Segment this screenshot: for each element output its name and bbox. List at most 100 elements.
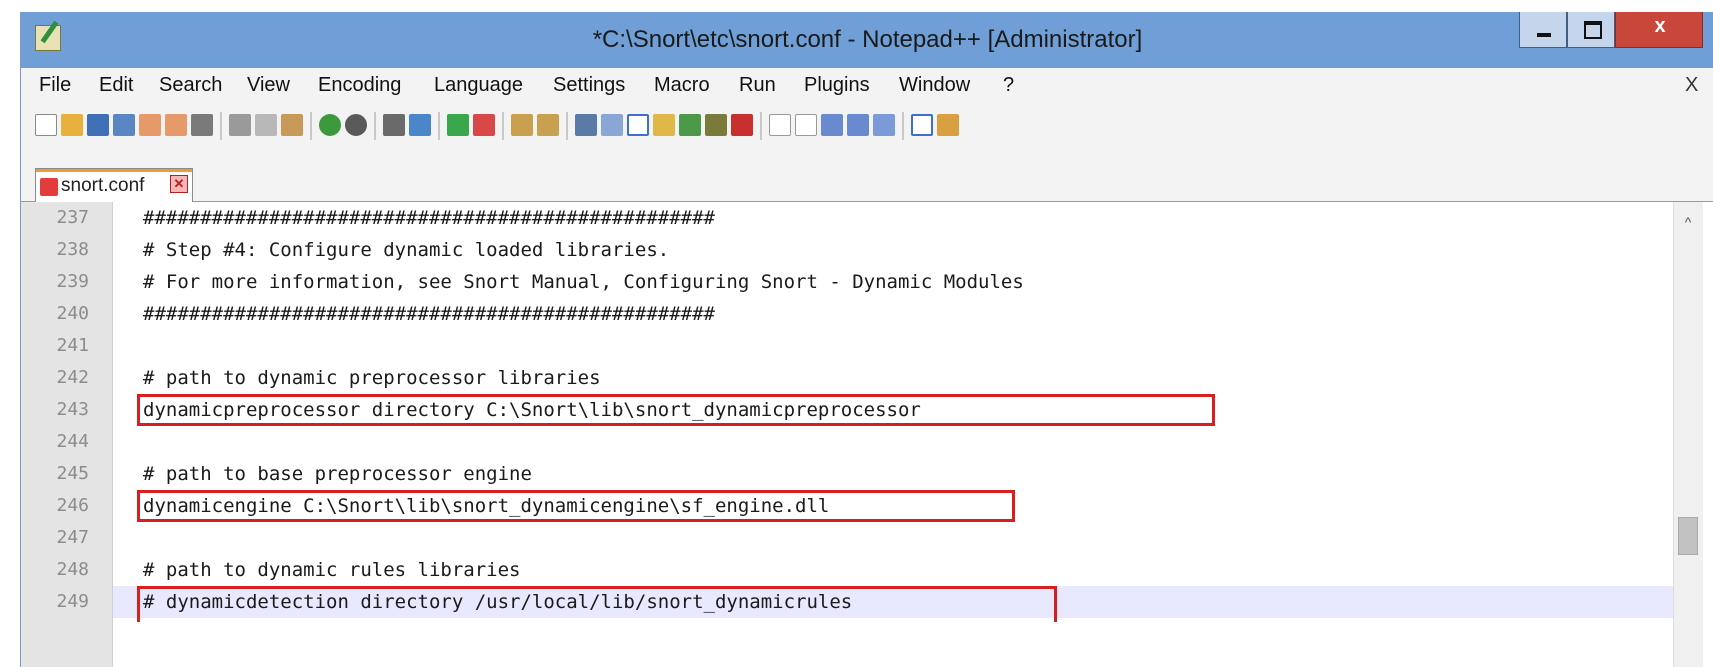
scrollbar-thumb[interactable] xyxy=(1678,517,1698,555)
line-number: 240 xyxy=(56,303,89,324)
scroll-up-arrow-icon[interactable]: ^ xyxy=(1678,212,1698,232)
redo-icon[interactable] xyxy=(345,114,367,136)
close-icon[interactable] xyxy=(139,114,161,136)
active-tab-indicator xyxy=(36,169,192,172)
toolbar xyxy=(21,100,1713,162)
line-number: 247 xyxy=(56,527,89,548)
line-text[interactable]: # path to base preprocessor engine xyxy=(143,463,532,485)
record-macro-icon[interactable] xyxy=(769,114,791,136)
code-line[interactable]: 244 xyxy=(56,426,1673,458)
menu-language[interactable]: Language xyxy=(434,74,523,97)
sync-vertical-icon[interactable] xyxy=(511,114,533,136)
maximize-icon xyxy=(1584,21,1602,39)
menu-search[interactable]: Search xyxy=(159,74,222,97)
toolbar-separator xyxy=(502,112,504,140)
minimize-icon xyxy=(1537,33,1551,37)
menu-plugins[interactable]: Plugins xyxy=(804,74,870,97)
menu-encoding[interactable]: Encoding xyxy=(318,74,401,97)
zoom-in-icon[interactable] xyxy=(447,114,469,136)
minimize-button[interactable] xyxy=(1519,12,1567,48)
folder-workspace-icon[interactable] xyxy=(705,114,727,136)
line-text[interactable]: # Step #4: Configure dynamic loaded libr… xyxy=(143,239,669,261)
tab-snort-conf[interactable]: snort.conf ✕ xyxy=(35,168,193,202)
code-line[interactable]: 242 # path to dynamic preprocessor libra… xyxy=(56,362,1673,394)
paste-icon[interactable] xyxy=(281,114,303,136)
toolbar-separator xyxy=(760,112,762,140)
code-line[interactable]: 238 # Step #4: Configure dynamic loaded … xyxy=(56,234,1673,266)
run-macro-multiple-icon[interactable] xyxy=(847,114,869,136)
spell-check-icon[interactable] xyxy=(911,114,933,136)
sync-horizontal-icon[interactable] xyxy=(537,114,559,136)
menu-view[interactable]: View xyxy=(247,74,290,97)
play-macro-icon[interactable] xyxy=(821,114,843,136)
line-text[interactable]: # path to dynamic rules libraries xyxy=(143,559,521,581)
code-line[interactable]: 237 ####################################… xyxy=(56,202,1673,234)
line-number: 242 xyxy=(56,367,89,388)
toolbar-separator xyxy=(566,112,568,140)
close-window-button[interactable]: x xyxy=(1615,12,1703,48)
code-line[interactable]: 241 xyxy=(56,330,1673,362)
cut-icon[interactable] xyxy=(229,114,251,136)
toolbar-separator xyxy=(438,112,440,140)
save-macro-icon[interactable] xyxy=(873,114,895,136)
close-icon: x xyxy=(1654,15,1666,37)
save-icon[interactable] xyxy=(87,114,109,136)
spell-options-icon[interactable] xyxy=(937,114,959,136)
spell-warning-icon[interactable] xyxy=(731,114,753,136)
function-list-icon[interactable] xyxy=(679,114,701,136)
print-icon[interactable] xyxy=(191,114,213,136)
line-number: 246 xyxy=(56,495,89,516)
zoom-out-icon[interactable] xyxy=(473,114,495,136)
code-line[interactable]: 245 # path to base preprocessor engine xyxy=(56,458,1673,490)
undo-icon[interactable] xyxy=(319,114,341,136)
replace-icon[interactable] xyxy=(409,114,431,136)
tab-close-icon[interactable]: ✕ xyxy=(170,175,188,193)
toolbar-separator xyxy=(902,112,904,140)
code-line[interactable]: 243 dynamicpreprocessor directory C:\Sno… xyxy=(56,394,1673,426)
new-file-icon[interactable] xyxy=(35,114,57,136)
code-line-current[interactable]: 249 # dynamicdetection directory /usr/lo… xyxy=(56,586,1673,622)
open-file-icon[interactable] xyxy=(61,114,83,136)
code-line[interactable]: 246 dynamicengine C:\Snort\lib\snort_dyn… xyxy=(56,490,1673,522)
vertical-scrollbar[interactable]: ^ xyxy=(1673,202,1703,667)
word-wrap-icon[interactable] xyxy=(575,114,597,136)
doc-map-icon[interactable] xyxy=(653,114,675,136)
code-line[interactable]: 240 ####################################… xyxy=(56,298,1673,330)
code-area[interactable]: 237 ####################################… xyxy=(56,202,1673,667)
stop-record-icon[interactable] xyxy=(795,114,817,136)
find-icon[interactable] xyxy=(383,114,405,136)
copy-icon[interactable] xyxy=(255,114,277,136)
window-title: *C:\Snort\etc\snort.conf - Notepad++ [Ad… xyxy=(592,26,1143,53)
menu-help[interactable]: ? xyxy=(1003,74,1014,97)
editor-pane[interactable]: 237 ####################################… xyxy=(21,202,1713,667)
close-all-icon[interactable] xyxy=(165,114,187,136)
code-line[interactable]: 248 # path to dynamic rules libraries xyxy=(56,554,1673,586)
highlight-box xyxy=(137,394,1215,426)
title-bar[interactable]: *C:\Snort\etc\snort.conf - Notepad++ [Ad… xyxy=(21,12,1713,68)
show-all-chars-icon[interactable] xyxy=(601,114,623,136)
line-text[interactable]: # path to dynamic preprocessor libraries xyxy=(143,367,601,389)
toolbar-separator xyxy=(310,112,312,140)
menu-window[interactable]: Window xyxy=(899,74,970,97)
line-text[interactable]: ########################################… xyxy=(143,303,715,325)
maximize-button[interactable] xyxy=(1567,12,1615,48)
code-line[interactable]: 247 xyxy=(56,522,1673,554)
menu-macro[interactable]: Macro xyxy=(654,74,710,97)
line-text[interactable]: # For more information, see Snort Manual… xyxy=(143,271,1024,293)
menu-file[interactable]: File xyxy=(39,74,71,97)
line-text[interactable]: ########################################… xyxy=(143,207,715,229)
save-all-icon[interactable] xyxy=(113,114,135,136)
tab-bar: snort.conf ✕ xyxy=(21,162,1713,202)
line-number: 243 xyxy=(56,399,89,420)
close-document-button[interactable]: X xyxy=(1685,74,1698,97)
line-number: 241 xyxy=(56,335,89,356)
code-line[interactable]: 239 # For more information, see Snort Ma… xyxy=(56,266,1673,298)
line-number: 237 xyxy=(56,207,89,228)
menu-settings[interactable]: Settings xyxy=(553,74,625,97)
menu-edit[interactable]: Edit xyxy=(99,74,133,97)
highlight-box xyxy=(137,490,1015,522)
indent-guide-icon[interactable] xyxy=(627,114,649,136)
menu-run[interactable]: Run xyxy=(739,74,776,97)
notepadpp-window: *C:\Snort\etc\snort.conf - Notepad++ [Ad… xyxy=(20,12,1713,667)
highlight-box xyxy=(137,586,1057,622)
